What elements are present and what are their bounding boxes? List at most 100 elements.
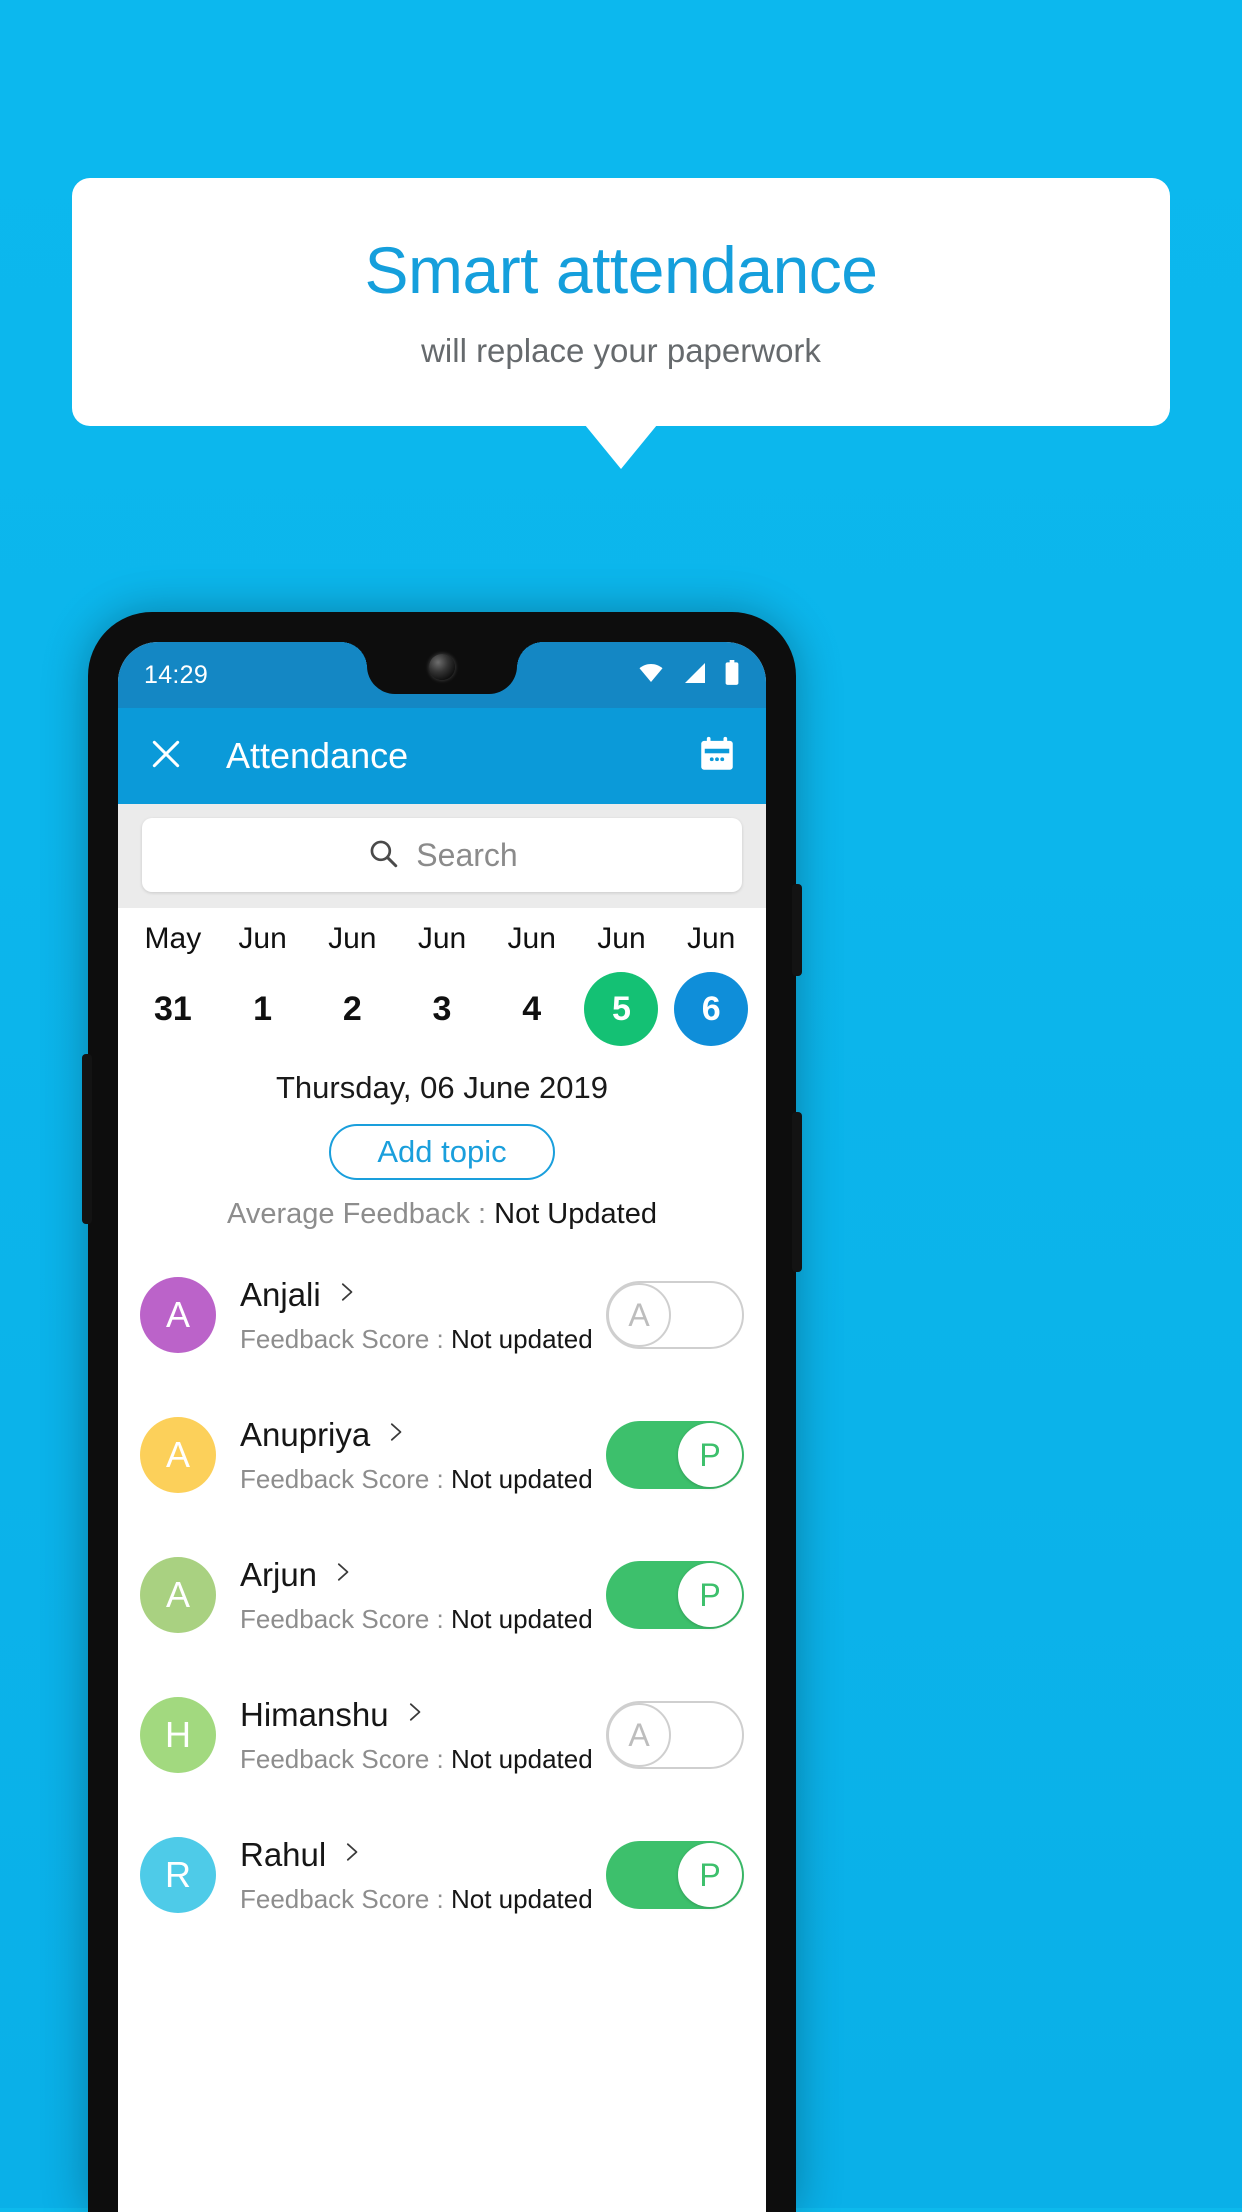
- date-cell-month: Jun: [238, 922, 287, 955]
- date-cell-day: 1: [253, 989, 273, 1028]
- feedback-score-label: Feedback Score :: [240, 1883, 451, 1914]
- student-info: Anupriya Feedback Score : Not updated: [240, 1416, 606, 1495]
- date-cell-month: May: [144, 922, 202, 955]
- student-name: Arjun: [240, 1555, 318, 1593]
- feedback-score: Feedback Score : Not updated: [240, 1464, 606, 1495]
- date-cell-month: Jun: [328, 922, 377, 955]
- student-row[interactable]: A Anupriya Feedback Score : Not updated P: [118, 1385, 766, 1525]
- date-cell-day: 3: [432, 989, 452, 1028]
- phone-mockup: 14:29 Attendance Search May 31 Jun 1 Jun…: [82, 612, 802, 2212]
- average-feedback-value: Not Updated: [494, 1198, 657, 1230]
- date-cell[interactable]: Jun 1: [218, 922, 308, 1046]
- attendance-toggle[interactable]: P: [606, 1561, 744, 1629]
- date-cell-month: Jun: [597, 922, 646, 955]
- app-bar: Attendance: [118, 708, 766, 804]
- student-name-line: Anupriya: [240, 1416, 606, 1454]
- attendance-toggle-knob: A: [607, 1703, 671, 1767]
- date-cell[interactable]: Jun 3: [397, 922, 487, 1046]
- status-clock: 14:29: [144, 660, 209, 689]
- attendance-toggle[interactable]: A: [606, 1701, 744, 1769]
- calendar-icon[interactable]: [696, 733, 738, 780]
- chevron-right-icon[interactable]: [331, 1557, 353, 1592]
- date-cell[interactable]: Jun 6: [666, 922, 756, 1046]
- search-icon: [366, 836, 400, 875]
- average-feedback-label: Average Feedback :: [227, 1198, 495, 1230]
- attendance-toggle-knob: P: [678, 1423, 742, 1487]
- date-cell-month: Jun: [686, 922, 736, 955]
- date-strip: May 31 Jun 1 Jun 2 Jun 3 Jun 4 Jun 5 Jun 6: [118, 908, 766, 1052]
- full-date: Thursday, 06 June 2019: [275, 1070, 609, 1105]
- feedback-score-label: Feedback Score :: [240, 1603, 451, 1634]
- date-cell-day: 4: [522, 989, 542, 1028]
- attendance-toggle-knob: A: [607, 1283, 671, 1347]
- battery-icon: [724, 659, 740, 691]
- add-topic-button[interactable]: Add topic: [329, 1124, 555, 1180]
- feedback-score-value: Not updated: [451, 1743, 593, 1774]
- chevron-right-icon[interactable]: [403, 1697, 425, 1732]
- search-input[interactable]: Search: [142, 818, 742, 892]
- feedback-score: Feedback Score : Not updated: [240, 1324, 606, 1355]
- date-cell[interactable]: May 31: [128, 922, 218, 1046]
- close-icon[interactable]: [146, 734, 186, 779]
- promo-title: Smart attendance: [364, 232, 878, 307]
- feedback-score-label: Feedback Score :: [240, 1743, 451, 1774]
- feedback-score: Feedback Score : Not updated: [240, 1884, 606, 1915]
- wifi-icon: [636, 661, 666, 690]
- avatar: H: [140, 1697, 216, 1773]
- student-info: Rahul Feedback Score : Not updated: [240, 1836, 606, 1915]
- date-cell[interactable]: Jun 4: [487, 922, 577, 1046]
- search-bar-container: Search: [118, 804, 766, 908]
- avatar: A: [140, 1557, 216, 1633]
- chevron-right-icon[interactable]: [384, 1417, 406, 1452]
- feedback-score-value: Not updated: [451, 1603, 593, 1634]
- feedback-score: Feedback Score : Not updated: [240, 1744, 606, 1775]
- phone-button-volume: [792, 1112, 802, 1272]
- front-camera: [429, 654, 455, 680]
- app-bar-title: Attendance: [226, 735, 409, 776]
- feedback-score-value: Not updated: [451, 1883, 593, 1914]
- status-bar: 14:29: [118, 642, 766, 708]
- attendance-toggle[interactable]: P: [606, 1421, 744, 1489]
- avatar: R: [140, 1837, 216, 1913]
- date-cell[interactable]: Jun 2: [307, 922, 397, 1046]
- date-cell-day: 6: [674, 972, 749, 1046]
- student-name-line: Anjali: [240, 1276, 606, 1314]
- date-cell-month: Jun: [507, 922, 556, 955]
- student-row[interactable]: A Anjali Feedback Score : Not updated A: [118, 1245, 766, 1385]
- student-name: Anjali: [240, 1275, 321, 1313]
- student-info: Arjun Feedback Score : Not updated: [240, 1556, 606, 1635]
- feedback-score-value: Not updated: [451, 1323, 593, 1354]
- avatar: A: [140, 1417, 216, 1493]
- phone-button-assistant: [82, 1054, 92, 1224]
- student-name: Rahul: [240, 1835, 327, 1873]
- attendance-toggle-knob: P: [678, 1843, 742, 1907]
- feedback-score-label: Feedback Score :: [240, 1463, 451, 1494]
- status-icons: [636, 659, 740, 691]
- student-row[interactable]: H Himanshu Feedback Score : Not updated A: [118, 1665, 766, 1805]
- attendance-toggle[interactable]: P: [606, 1841, 744, 1909]
- date-cell[interactable]: Jun 5: [577, 922, 667, 1046]
- date-cell-day: 31: [153, 989, 192, 1028]
- date-cell-month: Jun: [417, 922, 467, 955]
- search-placeholder: Search: [416, 836, 518, 873]
- date-cell-day: 2: [342, 989, 362, 1028]
- avatar: A: [140, 1277, 216, 1353]
- feedback-score-value: Not updated: [451, 1463, 593, 1494]
- student-info: Anjali Feedback Score : Not updated: [240, 1276, 606, 1355]
- student-info: Himanshu Feedback Score : Not updated: [240, 1696, 606, 1775]
- phone-screen: 14:29 Attendance Search May 31 Jun 1 Jun…: [118, 642, 766, 2212]
- student-list: A Anjali Feedback Score : Not updated A A Anu…: [118, 1231, 766, 1945]
- attendance-toggle[interactable]: A: [606, 1281, 744, 1349]
- promo-subtitle: will replace your paperwork: [421, 332, 821, 370]
- student-name-line: Arjun: [240, 1556, 606, 1594]
- student-row[interactable]: A Arjun Feedback Score : Not updated P: [118, 1525, 766, 1665]
- date-cell-day: 5: [584, 972, 659, 1046]
- chevron-right-icon[interactable]: [335, 1277, 357, 1312]
- phone-button-power: [792, 884, 802, 976]
- student-name: Himanshu: [240, 1695, 389, 1733]
- feedback-score: Feedback Score : Not updated: [240, 1604, 606, 1635]
- chevron-right-icon[interactable]: [340, 1837, 362, 1872]
- student-row[interactable]: R Rahul Feedback Score : Not updated P: [118, 1805, 766, 1945]
- feedback-score-label: Feedback Score :: [240, 1323, 451, 1354]
- student-name-line: Himanshu: [240, 1696, 606, 1734]
